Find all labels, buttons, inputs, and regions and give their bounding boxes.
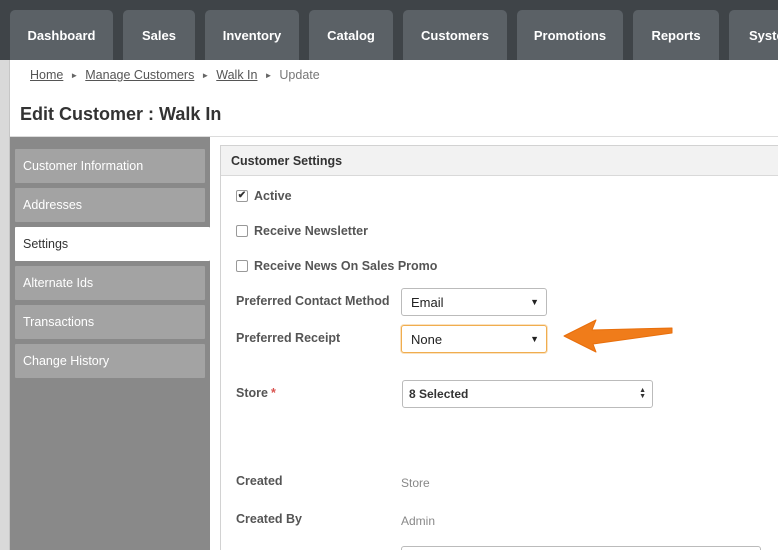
created-value: Store: [401, 476, 430, 490]
tab-reports[interactable]: Reports: [633, 10, 719, 60]
active-label: Active: [254, 189, 292, 203]
sidebar-item-label: Settings: [23, 237, 69, 251]
sidebar-item-addresses[interactable]: Addresses: [15, 188, 205, 222]
store-value: 8 Selected: [409, 387, 469, 401]
caret-down-icon: ▼: [530, 297, 539, 307]
top-navigation: Dashboard Sales Inventory Catalog Custom…: [0, 0, 778, 60]
tab-label: Syste: [749, 27, 778, 43]
sidebar-item-settings[interactable]: Settings: [15, 227, 210, 261]
required-marker: *: [270, 386, 276, 400]
tab-sales[interactable]: Sales: [123, 10, 195, 60]
triangle-right-icon: ►: [70, 70, 79, 80]
page-title: Edit Customer : Walk In: [20, 104, 222, 124]
store-label: Store *: [236, 386, 276, 400]
receipt-select[interactable]: None ▼: [401, 325, 547, 353]
tab-label: Catalog: [327, 27, 375, 43]
receipt-label: Preferred Receipt: [236, 331, 341, 345]
active-checkbox[interactable]: ✔: [236, 190, 248, 202]
tab-dashboard[interactable]: Dashboard: [10, 10, 113, 60]
tab-customers[interactable]: Customers: [403, 10, 507, 60]
check-icon: ✔: [237, 190, 247, 201]
partial-input-field[interactable]: [401, 546, 761, 550]
breadcrumb-home-link[interactable]: Home: [30, 68, 63, 82]
sidebar: Customer Information Addresses Settings …: [10, 137, 210, 550]
tab-promotions[interactable]: Promotions: [517, 10, 623, 60]
sidebar-item-transactions[interactable]: Transactions: [15, 305, 205, 339]
promo-checkbox[interactable]: [236, 260, 248, 272]
newsletter-label: Receive Newsletter: [254, 224, 368, 238]
created-label: Created: [236, 474, 283, 488]
caret-down-icon: ▼: [530, 334, 539, 344]
sidebar-item-label: Addresses: [23, 198, 83, 212]
tab-label: Promotions: [533, 27, 607, 43]
tab-label: Dashboard: [27, 27, 96, 43]
newsletter-checkbox[interactable]: [236, 225, 248, 237]
breadcrumb-customer-link[interactable]: Walk In: [216, 68, 257, 82]
sidebar-item-label: Change History: [23, 354, 110, 368]
store-label-text: Store: [236, 386, 268, 400]
tab-system[interactable]: Syste: [729, 10, 778, 60]
panel-title: Customer Settings: [221, 146, 778, 176]
tab-label: Sales: [142, 27, 176, 43]
contact-method-label: Preferred Contact Method: [236, 294, 390, 308]
tab-catalog[interactable]: Catalog: [309, 10, 393, 60]
sidebar-item-label: Alternate Ids: [23, 276, 94, 290]
breadcrumb-manage-customers-link[interactable]: Manage Customers: [85, 68, 194, 82]
triangle-right-icon: ►: [201, 70, 210, 80]
tab-inventory[interactable]: Inventory: [205, 10, 299, 60]
contact-method-select[interactable]: Email ▼: [401, 288, 547, 316]
sidebar-item-customer-information[interactable]: Customer Information: [15, 149, 205, 183]
triangle-right-icon: ►: [264, 70, 273, 80]
tab-label: Inventory: [222, 27, 282, 43]
breadcrumb-current: Update: [279, 68, 320, 82]
breadcrumb: Home ► Manage Customers ► Walk In ► Upda…: [30, 68, 320, 82]
contact-method-value: Email: [411, 294, 444, 310]
tab-label: Reports: [651, 27, 701, 43]
store-multiselect[interactable]: 8 Selected ▲ ▼: [402, 380, 653, 408]
receipt-value: None: [411, 331, 443, 347]
sidebar-item-change-history[interactable]: Change History: [15, 344, 205, 378]
promo-label: Receive News On Sales Promo: [254, 259, 438, 273]
created-by-value: Admin: [401, 514, 436, 528]
created-by-label: Created By: [236, 512, 302, 526]
updown-caret-icon: ▲ ▼: [639, 387, 646, 400]
promo-checkbox-row: Receive News On Sales Promo: [236, 259, 437, 273]
sidebar-item-label: Customer Information: [23, 159, 144, 173]
active-checkbox-row: ✔ Active: [236, 189, 292, 203]
sidebar-item-label: Transactions: [23, 315, 95, 329]
left-edge: [0, 60, 10, 550]
newsletter-checkbox-row: Receive Newsletter: [236, 224, 368, 238]
arrow-left-icon: [563, 319, 673, 353]
sidebar-item-alternate-ids[interactable]: Alternate Ids: [15, 266, 205, 300]
tab-label: Customers: [421, 27, 489, 43]
